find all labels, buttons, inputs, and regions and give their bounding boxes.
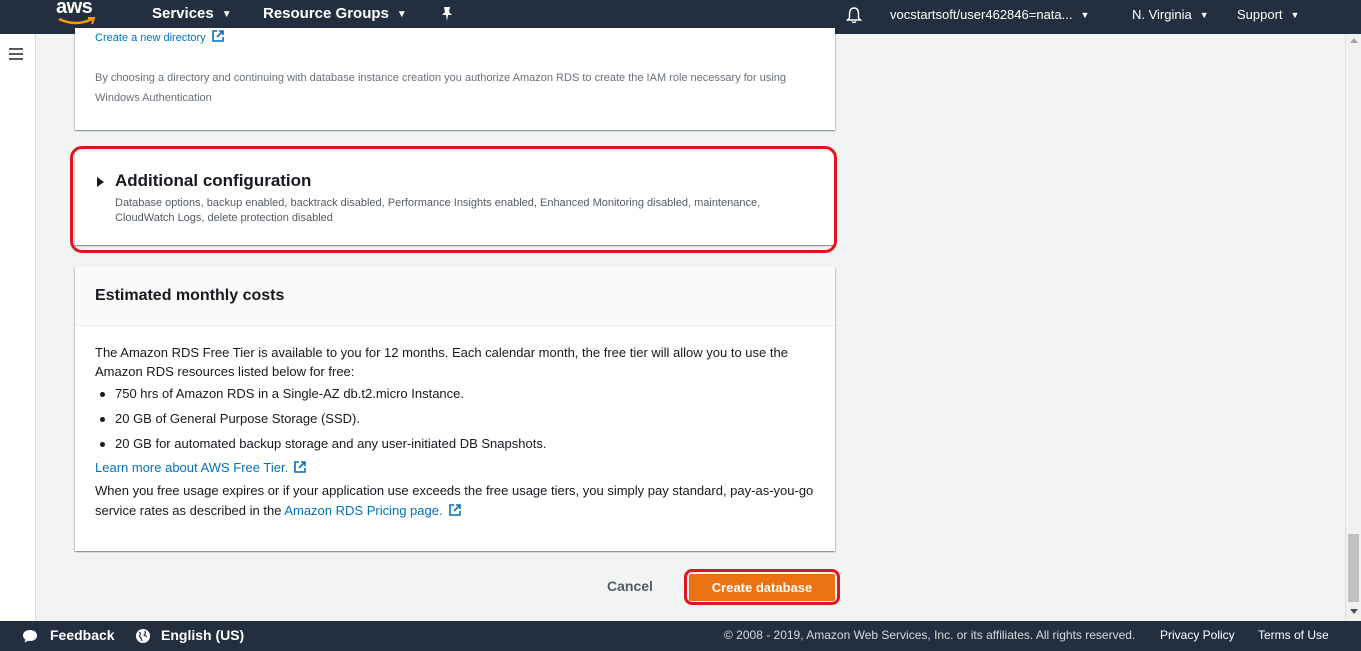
copyright-text: © 2008 - 2019, Amazon Web Services, Inc.… xyxy=(724,628,1136,642)
support-label: Support xyxy=(1237,7,1283,22)
hamburger-menu-icon[interactable] xyxy=(9,48,23,60)
chevron-down-icon: ▼ xyxy=(221,9,232,20)
free-tier-intro: The Amazon RDS Free Tier is available to… xyxy=(95,345,788,379)
cancel-button[interactable]: Cancel xyxy=(600,576,660,596)
list-item: 20 GB for automated backup storage and a… xyxy=(95,434,815,459)
resource-groups-menu[interactable]: Resource Groups ▼ xyxy=(263,0,407,30)
external-link-icon xyxy=(211,30,224,42)
chevron-down-icon: ▼ xyxy=(1080,10,1090,20)
region-label: N. Virginia xyxy=(1132,7,1192,22)
pricing-paragraph: When you free usage expires or if your a… xyxy=(95,481,815,521)
services-menu[interactable]: Services ▼ xyxy=(152,0,232,30)
speech-bubble-icon xyxy=(23,630,37,643)
support-menu[interactable]: Support ▼ xyxy=(1237,0,1299,30)
feedback-button[interactable]: Feedback xyxy=(50,621,115,651)
learn-more-label: Learn more about AWS Free Tier. xyxy=(95,460,289,475)
pin-icon[interactable] xyxy=(439,6,455,22)
vertical-scrollbar[interactable] xyxy=(1345,34,1361,621)
external-link-icon xyxy=(294,461,306,473)
chevron-down-icon: ▼ xyxy=(1290,10,1300,20)
scrollbar-thumb[interactable] xyxy=(1348,534,1359,602)
highlight-annotation xyxy=(70,146,837,253)
free-tier-list: 750 hrs of Amazon RDS in a Single-AZ db.… xyxy=(95,384,815,459)
chevron-down-icon: ▼ xyxy=(1199,10,1209,20)
learn-more-free-tier-link[interactable]: Learn more about AWS Free Tier. xyxy=(95,460,306,475)
account-menu[interactable]: vocstartsoft/user462846=nata... ▼ xyxy=(890,0,1089,30)
privacy-policy-link[interactable]: Privacy Policy xyxy=(1160,621,1235,651)
chevron-down-icon: ▼ xyxy=(396,9,407,20)
list-item: 20 GB of General Purpose Storage (SSD). xyxy=(95,409,815,434)
learn-more-row: Learn more about AWS Free Tier. xyxy=(95,458,815,478)
rds-pricing-label: Amazon RDS Pricing page. xyxy=(284,503,443,518)
list-item: 750 hrs of Amazon RDS in a Single-AZ db.… xyxy=(95,384,815,409)
estimated-costs-header: Estimated monthly costs xyxy=(75,267,835,326)
services-label: Services xyxy=(152,5,214,22)
external-link-icon xyxy=(448,504,461,516)
scroll-up-arrow-icon[interactable] xyxy=(1350,38,1358,43)
bell-icon[interactable] xyxy=(845,6,863,24)
terms-of-use-link[interactable]: Terms of Use xyxy=(1258,621,1329,651)
region-menu[interactable]: N. Virginia ▼ xyxy=(1132,0,1209,30)
windows-auth-note: By choosing a directory and continuing w… xyxy=(95,72,786,104)
left-rail xyxy=(0,34,36,621)
resource-groups-label: Resource Groups xyxy=(263,5,389,22)
create-directory-link[interactable]: Create a new directory xyxy=(95,30,224,44)
estimated-costs-title: Estimated monthly costs xyxy=(95,287,285,304)
scroll-down-arrow-icon[interactable] xyxy=(1350,609,1358,614)
estimated-costs-body: The Amazon RDS Free Tier is available to… xyxy=(95,343,815,521)
globe-icon xyxy=(136,629,150,643)
footer-bar: Feedback English (US) © 2008 - 2019, Ama… xyxy=(0,621,1361,651)
directory-panel: Create a new directory By choosing a dir… xyxy=(75,28,835,130)
aws-smile-icon xyxy=(58,17,96,25)
rds-pricing-link[interactable]: Amazon RDS Pricing page. xyxy=(284,503,461,518)
language-selector[interactable]: English (US) xyxy=(161,621,244,651)
highlight-annotation xyxy=(684,569,840,605)
aws-logo[interactable]: aws xyxy=(56,0,98,30)
account-label: vocstartsoft/user462846=nata... xyxy=(890,7,1073,22)
create-directory-label: Create a new directory xyxy=(95,32,206,44)
